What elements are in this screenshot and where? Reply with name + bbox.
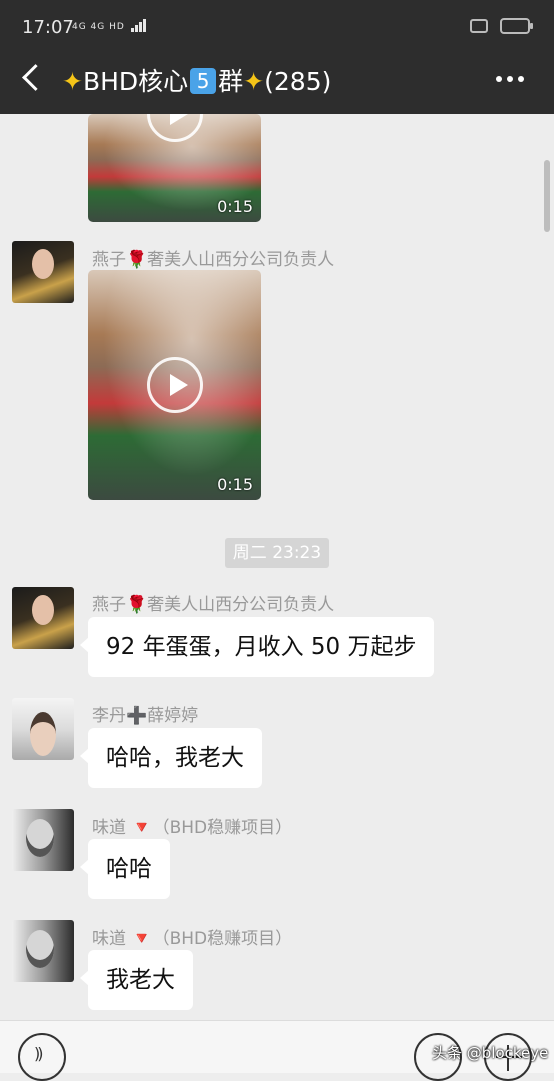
status-icons — [470, 18, 533, 34]
title-left: BHD核心 — [82, 67, 189, 96]
more-options-button[interactable] — [496, 76, 524, 82]
number-badge: 5 — [190, 68, 217, 94]
message-bubble[interactable]: 92 年蛋蛋，月收入 50 万起步 — [79, 617, 435, 677]
star-icon: ✦ — [62, 67, 83, 96]
title-bar: 17:07 4G 4G HD ✦BHD核心 5 群✦(285) — [0, 0, 554, 114]
sender-name: 燕子🌹奢美人山西分公司负责人 — [92, 595, 335, 615]
scrollbar[interactable] — [544, 160, 550, 232]
sender-name: 味道 🔻（BHD稳赚项目） — [92, 929, 293, 949]
timestamp: 周二 23:23 — [225, 538, 329, 568]
battery-icon — [500, 18, 533, 34]
sender-name: 燕子🌹奢美人山西分公司负责人 — [92, 250, 335, 270]
play-icon[interactable] — [146, 114, 203, 142]
signal-icon — [130, 19, 147, 32]
vibrate-icon — [470, 19, 488, 33]
star-icon: ✦ — [243, 67, 265, 96]
video-duration: 0:15 — [217, 475, 253, 494]
video-message[interactable]: 0:15 — [88, 114, 261, 222]
avatar[interactable] — [12, 698, 74, 760]
message-bubble[interactable]: 我老大 — [80, 950, 193, 1010]
avatar[interactable] — [12, 809, 74, 871]
video-duration: 0:15 — [217, 197, 253, 216]
play-icon[interactable] — [146, 357, 203, 413]
member-count: (285) — [264, 67, 332, 96]
video-message[interactable]: 0:15 — [88, 270, 261, 500]
title-right: 群 — [218, 67, 244, 96]
avatar[interactable] — [12, 241, 74, 303]
status-time: 17:07 — [22, 17, 74, 38]
chat-title: ✦BHD核心 5 群✦(285) — [62, 62, 331, 98]
network-label: 4G 4G HD — [72, 22, 125, 32]
sender-name: 李丹➕薛婷婷 — [92, 706, 199, 726]
watermark: 头条 @blockeye — [432, 1044, 549, 1062]
message-bubble[interactable]: 哈哈，我老大 — [80, 728, 262, 788]
sender-name: 味道 🔻（BHD稳赚项目） — [92, 818, 293, 838]
voice-input-button[interactable] — [18, 1033, 66, 1081]
avatar[interactable] — [12, 587, 74, 649]
network-indicator: 4G 4G HD — [72, 19, 147, 32]
avatar[interactable] — [12, 920, 74, 982]
back-button[interactable] — [18, 62, 46, 94]
message-bubble[interactable]: 哈哈 — [80, 839, 170, 899]
